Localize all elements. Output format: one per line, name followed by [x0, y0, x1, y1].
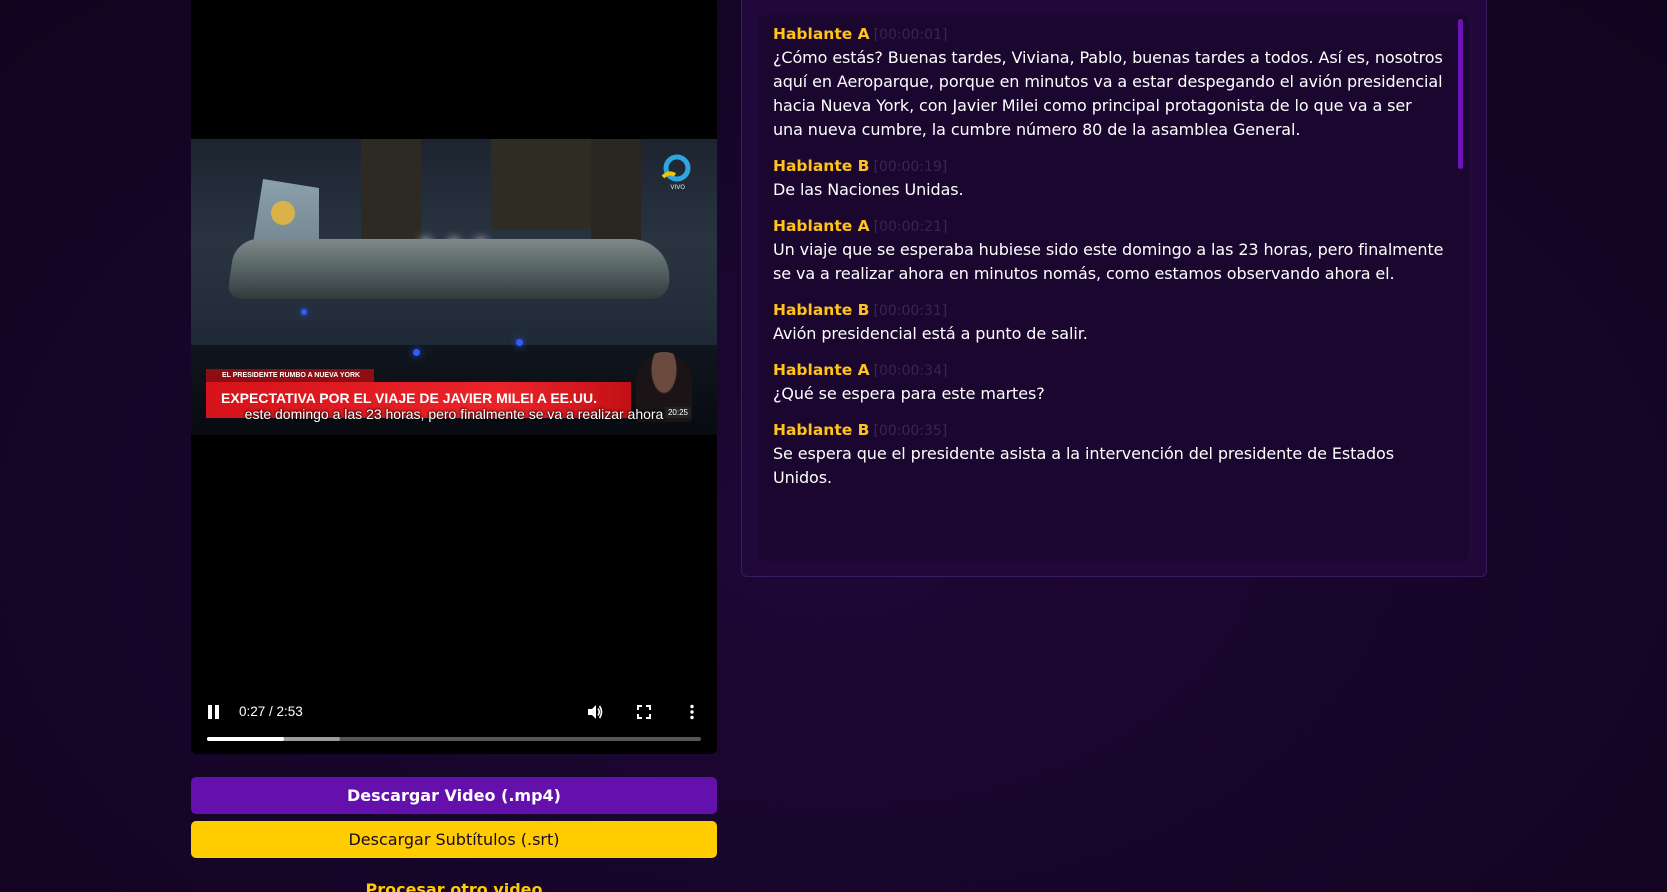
transcript-entry: Hablante A [00:00:01] ¿Cómo estás? Buenas …: [773, 23, 1445, 142]
lower-third-kicker: EL PRESIDENTE RUMBO A NUEVA YORK: [206, 369, 375, 382]
blue-light: [516, 339, 523, 346]
speaker-line: Hablante B [00:00:19]: [773, 155, 1445, 178]
volume-icon[interactable]: [586, 703, 604, 721]
video-caption: este domingo a las 23 horas, pero finalm…: [244, 406, 664, 422]
flag-sun: [271, 201, 295, 225]
transcript-entry: Hablante A [00:00:34] ¿Qué se espera para …: [773, 359, 1445, 406]
fullscreen-icon[interactable]: [635, 703, 653, 721]
video-controls: 0:27 / 2:53: [191, 684, 717, 754]
transcript-text: Un viaje que se esperaba hubiese sido es…: [773, 240, 1444, 283]
more-options-icon[interactable]: [683, 703, 701, 721]
transcript-entry: Hablante B [00:00:31] Avión presidencial e…: [773, 299, 1445, 346]
building: [491, 139, 601, 229]
timestamp: [00:00:35]: [873, 423, 948, 439]
download-video-button[interactable]: Descargar Video (.mp4): [191, 777, 717, 814]
building: [361, 139, 421, 249]
speaker-line: Hablante A [00:00:34]: [773, 359, 1445, 382]
timestamp: [00:00:31]: [873, 303, 948, 319]
speaker-name: Hablante B: [773, 157, 870, 175]
channel-logo-icon: [661, 154, 691, 182]
speaker-line: Hablante B [00:00:31]: [773, 299, 1445, 322]
speaker-name: Hablante A: [773, 25, 870, 43]
progress-bar[interactable]: [207, 737, 701, 741]
video-frame: VIVO EL PRESIDENTE RUMBO A NUEVA YORK EX…: [191, 139, 717, 435]
speaker-name: Hablante A: [773, 217, 870, 235]
speaker-name: Hablante A: [773, 361, 870, 379]
timestamp: [00:00:01]: [873, 27, 948, 43]
plane-body: [226, 239, 676, 299]
time-display: 0:27 / 2:53: [239, 704, 303, 719]
timestamp: [00:00:21]: [873, 219, 948, 235]
speaker-line: Hablante A [00:00:21]: [773, 215, 1445, 238]
left-column: VIVO EL PRESIDENTE RUMBO A NUEVA YORK EX…: [191, 0, 717, 892]
process-other-video-link[interactable]: Procesar otro video: [191, 880, 717, 892]
timestamp: [00:00:19]: [873, 159, 948, 175]
channel-badge: VIVO: [670, 184, 685, 191]
transcript-text: De las Naciones Unidas.: [773, 180, 964, 199]
transcript-text: ¿Qué se espera para este martes?: [773, 384, 1045, 403]
transcript-entry: Hablante B [00:00:35] Se espera que el pre…: [773, 419, 1445, 490]
transcript-list[interactable]: Hablante A [00:00:01] ¿Cómo estás? Buenas …: [758, 15, 1469, 561]
transcript-scrollbar[interactable]: [1458, 19, 1463, 169]
progress-played: [207, 737, 285, 741]
blue-light: [413, 349, 420, 356]
pause-icon[interactable]: [208, 705, 222, 719]
transcript-text: Avión presidencial está a punto de salir…: [773, 324, 1088, 343]
transcript-text: Se espera que el presidente asista a la …: [773, 444, 1394, 487]
video-player[interactable]: VIVO EL PRESIDENTE RUMBO A NUEVA YORK EX…: [191, 0, 717, 754]
speaker-line: Hablante B [00:00:35]: [773, 419, 1445, 442]
blue-light: [301, 309, 307, 315]
transcript-entry: Hablante B [00:00:19] De las Naciones Unid…: [773, 155, 1445, 202]
transcript-text: ¿Cómo estás? Buenas tardes, Viviana, Pab…: [773, 48, 1443, 139]
speaker-line: Hablante A [00:00:01]: [773, 23, 1445, 46]
speaker-name: Hablante B: [773, 421, 870, 439]
transcript-panel: Hablante A [00:00:01] ¿Cómo estás? Buenas …: [741, 0, 1487, 577]
transcript-entry: Hablante A [00:00:21] Un viaje que se espe…: [773, 215, 1445, 286]
timestamp: [00:00:34]: [873, 363, 948, 379]
download-subtitles-button[interactable]: Descargar Subtítulos (.srt): [191, 821, 717, 858]
speaker-name: Hablante B: [773, 301, 870, 319]
